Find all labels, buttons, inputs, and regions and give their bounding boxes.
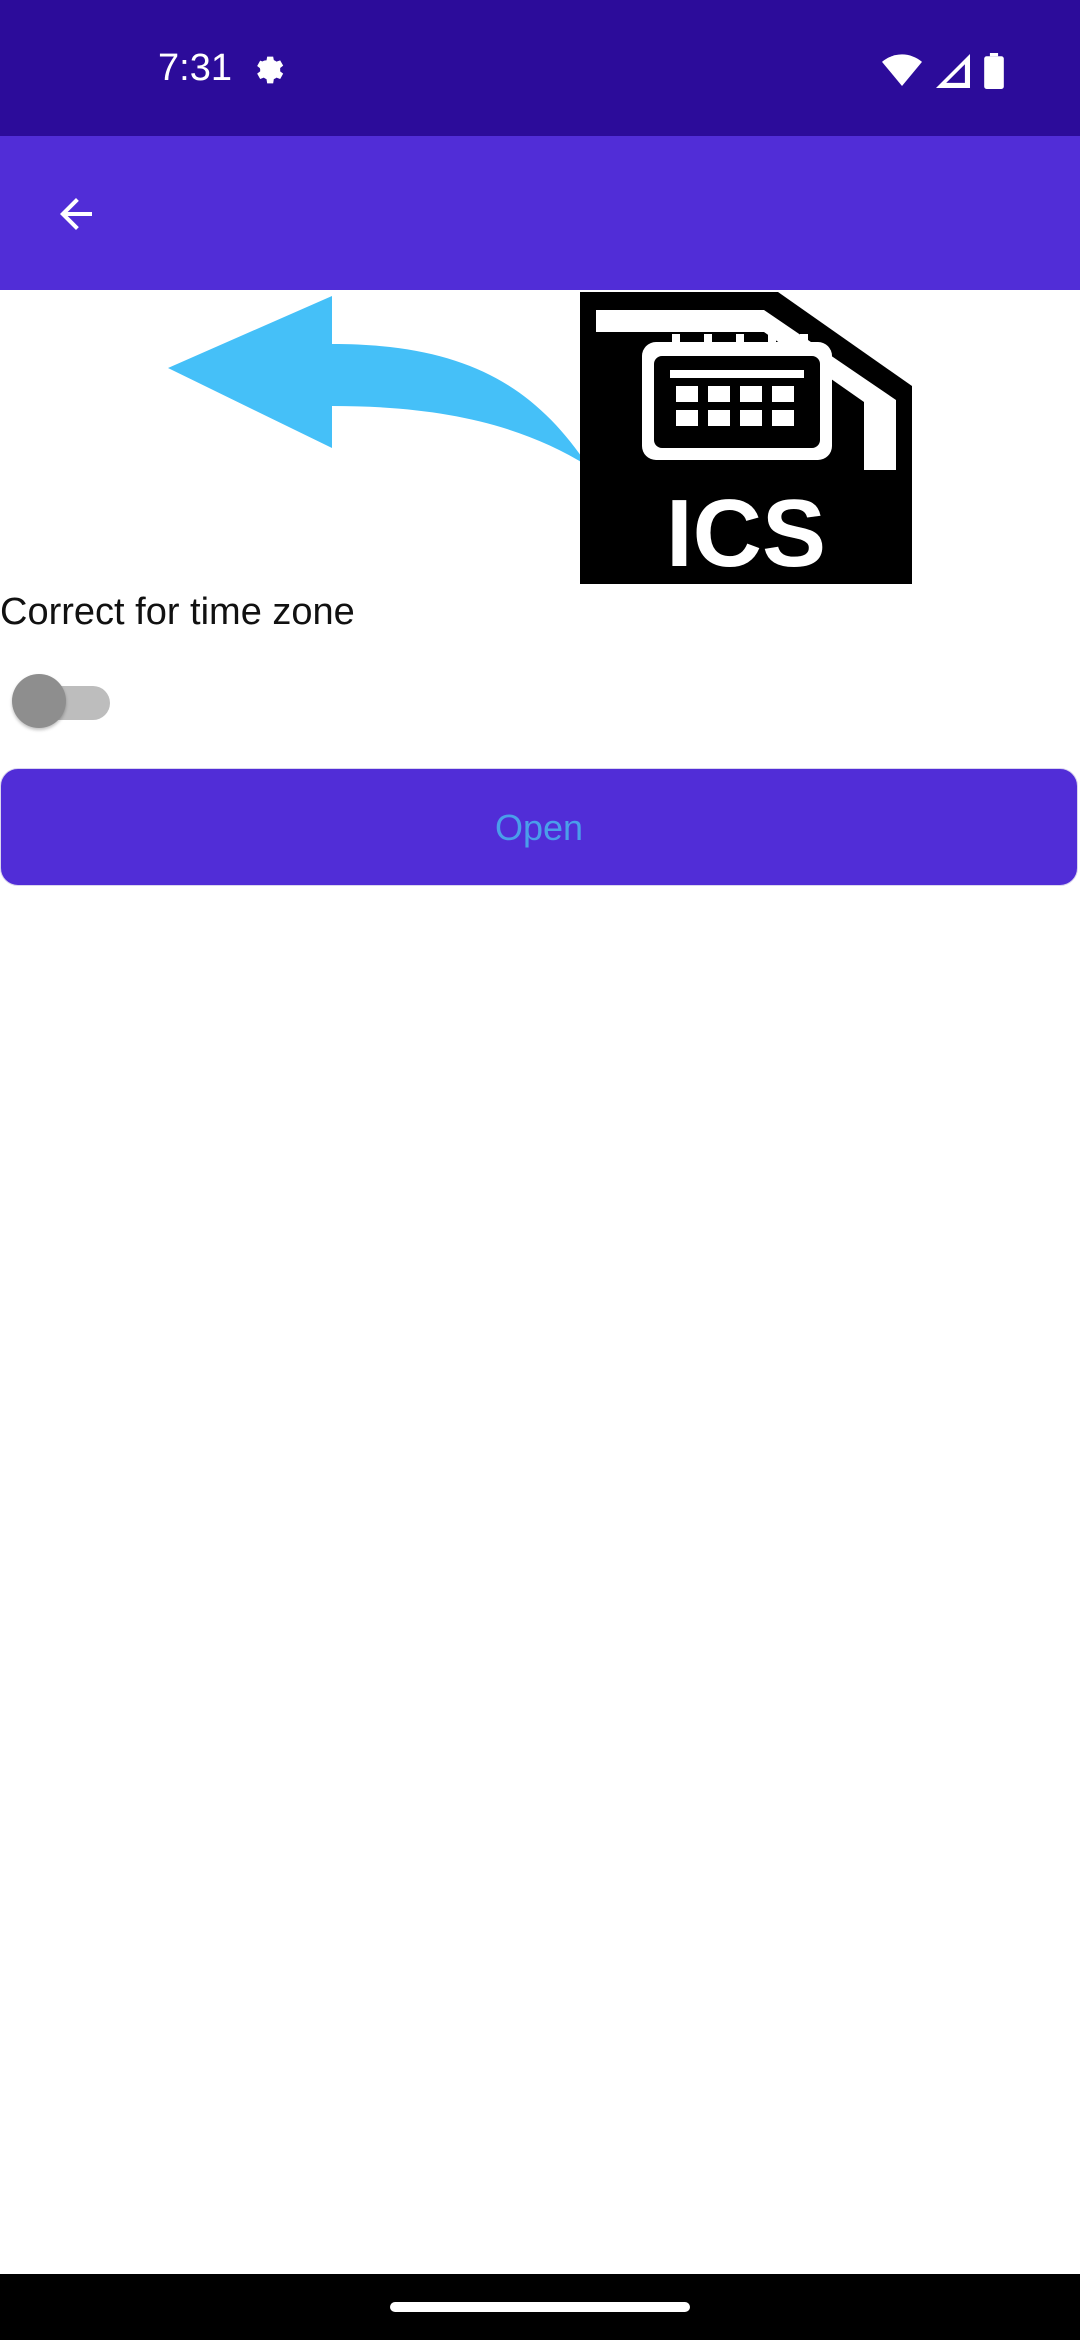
arrow-back-icon <box>60 198 92 230</box>
hero-illustration: ICS <box>168 292 912 586</box>
import-arrow-icon <box>168 296 588 466</box>
status-time: 7:31 <box>158 47 232 89</box>
home-gesture-handle[interactable] <box>390 2302 690 2312</box>
timezone-toggle[interactable] <box>10 672 110 728</box>
wifi-icon <box>882 54 922 86</box>
status-bar: 7:31 <box>0 0 1080 136</box>
signal-icon <box>936 54 970 88</box>
status-icons <box>882 52 1004 90</box>
toggle-thumb <box>12 674 66 728</box>
back-button[interactable] <box>40 178 112 250</box>
app-bar <box>0 136 1080 290</box>
ics-file-label: ICS <box>666 480 826 586</box>
settings-gear-icon <box>257 56 284 84</box>
battery-icon <box>984 53 1004 89</box>
timezone-label: Correct for time zone <box>0 591 355 633</box>
ics-file-icon: ICS <box>580 292 912 586</box>
open-button[interactable]: Open <box>0 768 1078 886</box>
navigation-bar <box>0 2274 1080 2340</box>
